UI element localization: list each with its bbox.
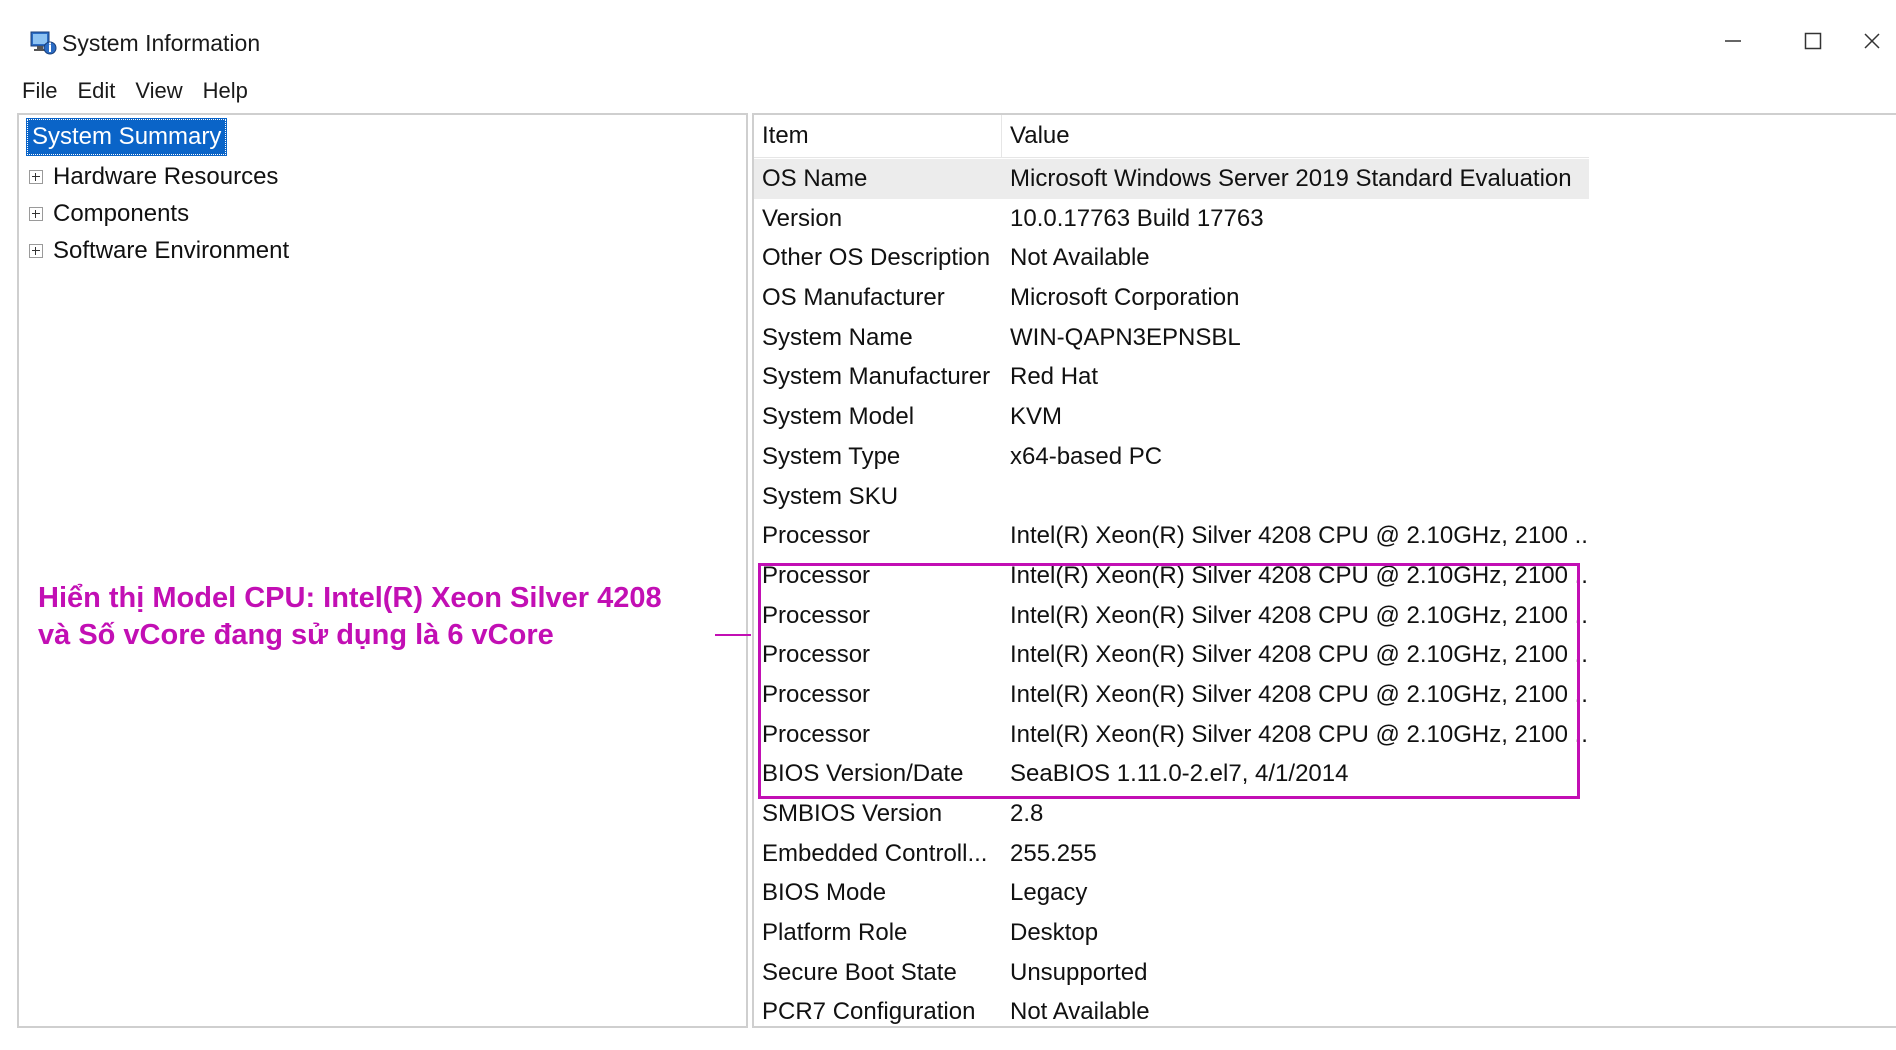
item-cell: BIOS Mode (762, 879, 887, 907)
item-cell: System Model (762, 403, 915, 431)
list-row[interactable]: System Manufacturer Red Hat (754, 357, 1894, 397)
item-cell: Embedded Controll... (762, 839, 988, 867)
tree-item-label: Software Environment (53, 237, 290, 264)
value-cell: Microsoft Corporation (1010, 284, 1240, 312)
menu-edit[interactable]: Edit (67, 74, 125, 108)
tree-item-label: Components (53, 200, 190, 227)
list-row[interactable]: Other OS Description Not Available (754, 238, 1894, 278)
value-cell: Intel(R) Xeon(R) Silver 4208 CPU @ 2.10G… (1010, 601, 1590, 629)
item-cell: BIOS Version/Date (762, 760, 964, 788)
title-bar: System Information (0, 0, 1896, 84)
list-row[interactable]: SMBIOS Version 2.8 (754, 794, 1894, 834)
value-cell: WIN-QAPN3EPNSBL (1010, 323, 1241, 351)
item-cell: Processor (762, 680, 871, 708)
list-row[interactable]: System Type x64-based PC (754, 437, 1894, 477)
list-row-processor[interactable]: Processor Intel(R) Xeon(R) Silver 4208 CP… (754, 556, 1894, 596)
column-header-value[interactable]: Value (1002, 115, 1589, 157)
menu-file[interactable]: File (12, 74, 67, 108)
value-cell: x64-based PC (1010, 442, 1163, 470)
window-title: System Information (62, 30, 261, 56)
tree-item-label: Hardware Resources (53, 163, 279, 190)
item-cell: System SKU (762, 482, 899, 510)
item-cell: OS Name (762, 165, 868, 192)
item-cell: Secure Boot State (762, 958, 957, 986)
list-row[interactable]: Version 10.0.17763 Build 17763 (754, 199, 1894, 239)
list-header: Item Value (754, 115, 1589, 158)
value-cell: 2.8 (1010, 800, 1044, 827)
maximize-button[interactable] (1783, 18, 1843, 68)
item-cell: Processor (762, 522, 871, 550)
tree-item-system-summary[interactable]: System Summary (25, 118, 228, 156)
list-row-processor[interactable]: Processor Intel(R) Xeon(R) Silver 4208 CP… (754, 596, 1894, 636)
item-cell: Processor (762, 601, 871, 629)
value-cell: 255.255 (1010, 839, 1097, 867)
value-cell: Intel(R) Xeon(R) Silver 4208 CPU @ 2.10G… (1010, 561, 1590, 589)
list-row-processor[interactable]: Processor Intel(R) Xeon(R) Silver 4208 CP… (754, 675, 1894, 715)
item-cell: PCR7 Configuration (762, 998, 976, 1026)
expand-plus-icon[interactable] (29, 170, 43, 184)
item-cell: System Type (762, 442, 901, 470)
list-row[interactable]: BIOS Version/Date SeaBIOS 1.11.0-2.el7, 4… (754, 754, 1894, 794)
value-cell: SeaBIOS 1.11.0-2.el7, 4/1/2014 (1010, 760, 1349, 788)
menu-bar: File Edit View Help (12, 74, 258, 108)
list-row-processor[interactable]: Processor Intel(R) Xeon(R) Silver 4208 CP… (754, 635, 1894, 675)
value-cell: 10.0.17763 Build 17763 (1010, 204, 1264, 232)
tree-item-software-environment[interactable]: Software Environment (29, 233, 289, 269)
annotation-line-1: Hiển thị Model CPU: Intel(R) Xeon Silver… (38, 582, 662, 614)
minimize-icon (1723, 31, 1743, 56)
list-row-processor[interactable]: Processor Intel(R) Xeon(R) Silver 4208 CP… (754, 516, 1894, 556)
list-rows: OS Name Microsoft Windows Server 2019 Sta… (754, 159, 1894, 1032)
value-cell: Intel(R) Xeon(R) Silver 4208 CPU @ 2.10G… (1010, 641, 1590, 669)
list-row[interactable]: PCR7 Configuration Not Available (754, 992, 1894, 1032)
list-row[interactable]: BIOS Mode Legacy (754, 873, 1894, 913)
value-cell: Intel(R) Xeon(R) Silver 4208 CPU @ 2.10G… (1010, 680, 1590, 708)
details-list: Item Value OS Name Microsoft Windows Serv… (752, 113, 1896, 1028)
annotation-connector (715, 634, 751, 636)
value-cell: Intel(R) Xeon(R) Silver 4208 CPU @ 2.10G… (1010, 522, 1590, 550)
value-cell: Not Available (1010, 244, 1150, 272)
item-cell: OS Manufacturer (762, 284, 945, 312)
annotation-text: Hiển thị Model CPU: Intel(R) Xeon Silver… (38, 580, 738, 654)
item-cell: System Name (762, 323, 913, 351)
value-cell: Desktop (1010, 919, 1099, 947)
list-row[interactable]: Embedded Controll... 255.255 (754, 834, 1894, 874)
maximize-icon (1803, 31, 1823, 56)
item-cell: Processor (762, 561, 871, 589)
item-cell: SMBIOS Version (762, 800, 943, 827)
item-cell: Processor (762, 641, 871, 669)
item-cell: Version (762, 204, 843, 232)
value-cell: Red Hat (1010, 363, 1099, 391)
list-row[interactable]: System Model KVM (754, 397, 1894, 437)
annotation-line-2: và Số vCore đang sử dụng là 6 vCore (38, 619, 554, 651)
close-button[interactable] (1862, 18, 1896, 68)
minimize-button[interactable] (1703, 18, 1763, 68)
list-row[interactable]: Platform Role Desktop (754, 913, 1894, 953)
menu-help[interactable]: Help (193, 74, 258, 108)
value-cell: Unsupported (1010, 958, 1148, 986)
system-information-icon (28, 28, 58, 58)
column-header-item[interactable]: Item (754, 115, 1002, 157)
category-tree: System Summary Hardware Resources Compon… (17, 113, 748, 1028)
expand-plus-icon[interactable] (29, 244, 43, 258)
value-cell: Not Available (1010, 998, 1150, 1026)
close-icon (1862, 31, 1882, 56)
item-cell: Platform Role (762, 919, 908, 947)
value-cell: KVM (1010, 403, 1063, 431)
item-cell: Processor (762, 720, 871, 748)
menu-view[interactable]: View (125, 74, 192, 108)
value-cell: Microsoft Windows Server 2019 Standard E… (1010, 165, 1572, 192)
list-row[interactable]: Secure Boot State Unsupported (754, 953, 1894, 993)
list-row[interactable]: OS Name Microsoft Windows Server 2019 Sta… (754, 159, 1589, 199)
item-cell: Other OS Description (762, 244, 991, 272)
item-cell: System Manufacturer (762, 363, 991, 391)
value-cell: Legacy (1010, 879, 1088, 907)
list-row[interactable]: OS Manufacturer Microsoft Corporation (754, 278, 1894, 318)
list-row[interactable]: System Name WIN-QAPN3EPNSBL (754, 318, 1894, 358)
tree-item-components[interactable]: Components (29, 196, 189, 232)
expand-plus-icon[interactable] (29, 207, 43, 221)
list-row-processor[interactable]: Processor Intel(R) Xeon(R) Silver 4208 CP… (754, 715, 1894, 755)
tree-item-hardware-resources[interactable]: Hardware Resources (29, 159, 278, 195)
value-cell: Intel(R) Xeon(R) Silver 4208 CPU @ 2.10G… (1010, 720, 1590, 748)
list-row[interactable]: System SKU (754, 477, 1894, 517)
